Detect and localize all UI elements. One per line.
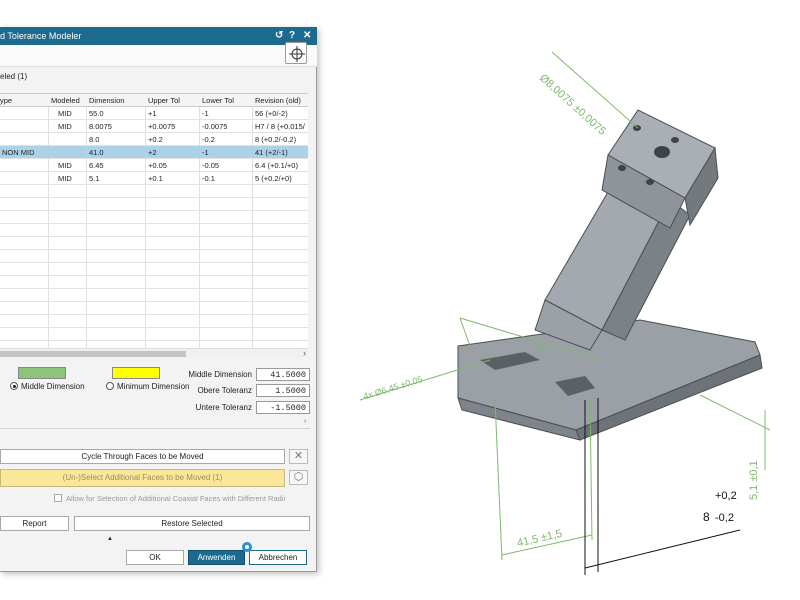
middle-dimension-field[interactable]: 41.5000 xyxy=(256,368,310,381)
face-selection-icon[interactable]: ⬡ xyxy=(289,470,308,485)
dim-label-51[interactable]: 5,1 ±0,1 xyxy=(748,460,760,500)
hole-2 xyxy=(671,137,679,143)
middle-dimension-label: Middle Dimension xyxy=(188,370,252,379)
checkbox-icon xyxy=(54,494,62,502)
cancel-button[interactable]: Abbrechen xyxy=(249,550,307,565)
lower-tolerance-label: Untere Toleranz xyxy=(195,403,252,412)
ok-button[interactable]: OK xyxy=(126,550,184,565)
table-row[interactable]: MID 5.1 +0.1 -0.1 5 (+0.2/+0) xyxy=(0,172,308,185)
table-row-empty xyxy=(0,289,308,302)
table-row-empty xyxy=(0,185,308,198)
table-row-empty xyxy=(0,237,308,250)
upper-tolerance-label: Obere Toleranz xyxy=(197,386,252,395)
report-button[interactable]: Report xyxy=(0,516,69,531)
select-faces-button[interactable]: (Un-)Select Additional Faces to be Moved… xyxy=(0,469,285,487)
hole-3 xyxy=(618,165,626,171)
apply-button[interactable]: Anwenden xyxy=(188,550,245,565)
table-row-selected[interactable]: NON MID 41.0 +2 -1 41 (+2/-1) xyxy=(0,146,308,159)
hole-4 xyxy=(646,179,654,185)
table-row-empty xyxy=(0,198,308,211)
clear-selection-icon[interactable]: ✕ xyxy=(289,449,308,464)
table-row-empty xyxy=(0,250,308,263)
column-header-revision[interactable]: Revision (old) xyxy=(255,96,301,105)
close-icon[interactable]: ✕ xyxy=(303,30,311,41)
table-row-empty xyxy=(0,224,308,237)
column-header-lower-tol[interactable]: Lower Tol xyxy=(202,96,234,105)
dialog-toolbar xyxy=(0,45,317,67)
radio-middle-dimension[interactable]: Middle Dimension xyxy=(10,382,85,391)
cycle-faces-button[interactable]: Cycle Through Faces to be Moved xyxy=(0,449,285,464)
allow-coaxial-checkbox[interactable]: Allow for Selection of Additional Coaxia… xyxy=(54,494,285,503)
dim-label-8-lower: -0,2 xyxy=(715,512,734,524)
dim-label-8-upper: +0,2 xyxy=(715,490,737,502)
select-object-button[interactable] xyxy=(285,42,307,64)
hole-1 xyxy=(633,125,641,131)
table-row[interactable]: MID 55.0 +1 -1 56 (+0/-2) xyxy=(0,107,308,120)
crosshair-icon xyxy=(289,46,305,62)
column-header-dimension[interactable]: Dimension xyxy=(89,96,124,105)
table-row-empty xyxy=(0,263,308,276)
radio-unchecked-icon xyxy=(106,382,114,390)
dim-label-8[interactable]: 8 xyxy=(703,510,710,524)
table-header: ype Modeled Dimension Upper Tol Lower To… xyxy=(0,94,308,107)
color-swatch-selected[interactable] xyxy=(112,367,160,379)
scrollbar-thumb[interactable] xyxy=(0,351,186,357)
lower-tolerance-field[interactable]: -1.5000 xyxy=(256,401,310,414)
cursor-indicator xyxy=(242,542,252,552)
table-horizontal-scrollbar[interactable]: › xyxy=(0,348,308,358)
dialog-title: d Tolerance Modeler xyxy=(0,31,82,41)
dim-ext-51 xyxy=(699,394,771,431)
radio-checked-icon xyxy=(10,382,18,390)
scroll-right-icon[interactable]: › xyxy=(303,348,306,358)
column-header-upper-tol[interactable]: Upper Tol xyxy=(148,96,180,105)
dim-ext-41a xyxy=(494,399,503,561)
table-row-empty xyxy=(0,315,308,328)
table-row[interactable]: 8.0 +0.2 -0.2 8 (+0.2/-0.2) xyxy=(0,133,308,146)
table-row-empty xyxy=(0,302,308,315)
tolerance-table: ype Modeled Dimension Upper Tol Lower To… xyxy=(0,93,308,349)
color-swatch-modeled[interactable] xyxy=(18,367,66,379)
section-header: eled (1) xyxy=(0,72,28,81)
dim-line-8 xyxy=(584,529,741,569)
cad-model-view[interactable] xyxy=(340,0,800,600)
column-header-type[interactable]: ype xyxy=(0,96,12,105)
restore-selected-button[interactable]: Restore Selected xyxy=(74,516,310,531)
dim-ext-55a xyxy=(459,317,471,347)
table-row[interactable]: MID 6.45 +0.05 -0.05 6.4 (+0.1/+0) xyxy=(0,159,308,172)
column-header-modeled[interactable]: Modeled xyxy=(51,96,80,105)
collapse-arrow-icon[interactable]: ▲ xyxy=(107,536,113,542)
expand-chevron-icon[interactable]: › xyxy=(304,418,306,425)
help-icon[interactable]: ? xyxy=(289,30,295,41)
reset-icon[interactable]: ↺ xyxy=(275,30,283,41)
table-row-empty xyxy=(0,276,308,289)
center-hole xyxy=(654,146,670,158)
table-row-empty xyxy=(0,328,308,341)
dialog-titlebar: d Tolerance Modeler ↺ ? ✕ xyxy=(0,27,317,45)
table-row[interactable]: MID 8.0075 +0.0075 -0.0075 H7 / 8 (+0.01… xyxy=(0,120,308,133)
table-row-empty xyxy=(0,211,308,224)
separator xyxy=(0,428,310,429)
upper-tolerance-field[interactable]: 1.5000 xyxy=(256,384,310,397)
